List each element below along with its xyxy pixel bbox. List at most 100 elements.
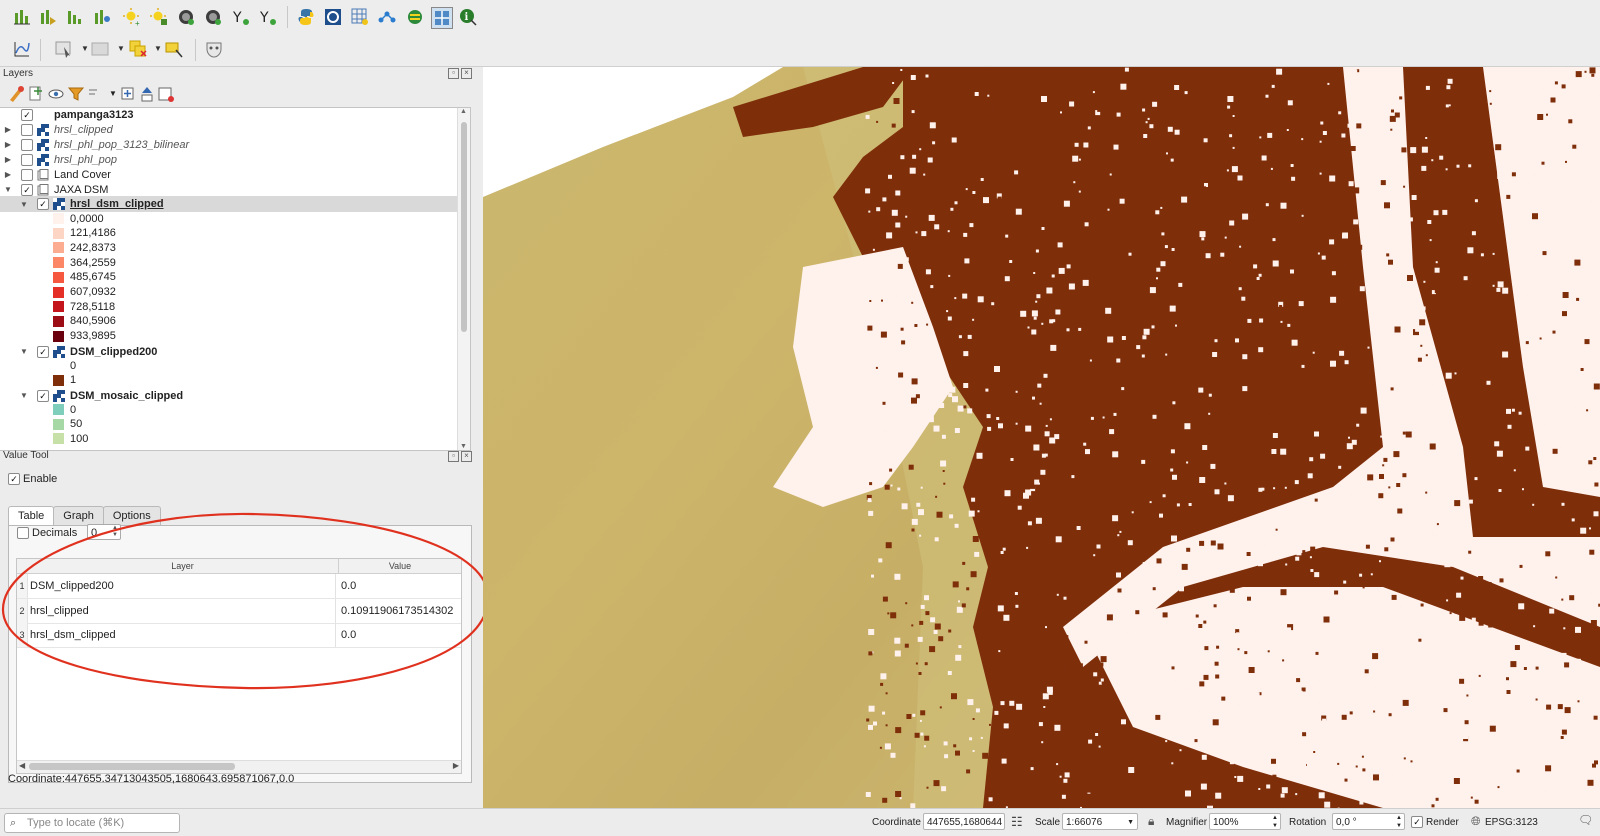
value-tool-dock-buttons[interactable]: ▫× — [446, 450, 472, 462]
collapse-all-icon[interactable] — [137, 84, 157, 104]
layer-item-hrsl-clipped[interactable]: ▶ hrsl_clipped — [0, 122, 458, 137]
sun-2-icon[interactable] — [149, 7, 169, 27]
spin-arrows-icon[interactable]: ▲▼ — [1272, 814, 1278, 830]
rotation-field[interactable]: 0,0 ° ▲▼ — [1332, 813, 1405, 830]
scroll-right-icon[interactable]: ▶ — [453, 761, 459, 770]
filter-icon[interactable] — [66, 84, 86, 104]
lock-icon[interactable]: 🔒︎ — [1148, 814, 1154, 829]
enable-checkbox[interactable]: ✓ — [8, 473, 20, 485]
layer-checkbox[interactable]: ✓ — [37, 390, 49, 402]
messages-icon[interactable]: 🗨︎ — [1578, 813, 1593, 827]
layer-item-dsm-clipped200[interactable]: ▼ ✓ DSM_clipped200 — [0, 344, 458, 359]
legend-label: 840,5906 — [70, 315, 116, 327]
layer-group-jaxa-dsm[interactable]: ▼ ✓ JAXA DSM — [0, 182, 458, 197]
remove-layer-icon[interactable] — [156, 84, 176, 104]
info-icon[interactable]: i — [458, 7, 478, 27]
decimals-checkbox[interactable] — [17, 527, 29, 539]
layer-tree-scrollbar[interactable]: ▲ ▼ — [457, 108, 470, 450]
table-row[interactable]: 3hrsl_dsm_clipped0.0 — [17, 623, 461, 648]
crs-globe-icon[interactable]: 🌐︎ — [1471, 814, 1481, 829]
expand-arrow-icon[interactable]: ▶ — [3, 140, 13, 149]
tab-graph[interactable]: Graph — [53, 506, 104, 525]
magnifier-field[interactable]: 100% ▲▼ — [1209, 813, 1281, 830]
render-checkbox[interactable]: ✓ — [1411, 816, 1423, 828]
select-icon[interactable] — [54, 39, 74, 59]
column-header-value[interactable]: Value — [339, 559, 461, 573]
toggle-extents-icon[interactable]: ☷ — [1011, 814, 1023, 830]
search-icon: ⌕ — [10, 814, 16, 832]
scrollbar-thumb[interactable] — [29, 763, 235, 770]
table-icon[interactable] — [90, 39, 110, 59]
column-header-layer[interactable]: Layer — [27, 559, 339, 573]
layer-checkbox[interactable] — [21, 139, 33, 151]
histogram-3-icon[interactable] — [65, 7, 85, 27]
scale-field[interactable]: 1:66076 ▼ — [1062, 813, 1138, 830]
expand-arrow-icon[interactable]: ▶ — [3, 170, 13, 179]
close-icon[interactable]: × — [461, 451, 472, 462]
close-icon[interactable]: × — [461, 68, 472, 79]
filter-y-2-icon[interactable]: Y — [258, 7, 278, 27]
expand-arrow-icon[interactable]: ▶ — [3, 155, 13, 164]
scrollbar-thumb[interactable] — [461, 122, 467, 332]
spin-arrows-icon[interactable]: ▲▼ — [1396, 814, 1402, 830]
globe-2-icon[interactable] — [203, 7, 223, 27]
eye-icon[interactable] — [46, 84, 66, 104]
layer-group-land-cover[interactable]: ▶ Land Cover — [0, 167, 458, 182]
dropdown-arrow-icon[interactable]: ▼ — [1127, 814, 1134, 831]
layer-item-pampanga3123[interactable]: ✓ pampanga3123 — [0, 107, 458, 122]
layer-checkbox[interactable] — [21, 154, 33, 166]
python-icon[interactable] — [296, 7, 316, 27]
float-icon[interactable]: ▫ — [448, 68, 459, 79]
sun-icon[interactable]: + — [122, 7, 142, 27]
decimals-spinbox[interactable]: 0 ▲▼ — [87, 524, 121, 540]
map-canvas[interactable] — [483, 67, 1600, 808]
coordinate-field[interactable]: 447655,1680644 — [923, 813, 1005, 830]
layer-checkbox[interactable]: ✓ — [21, 109, 33, 121]
refresh-icon[interactable] — [323, 7, 343, 27]
float-icon[interactable]: ▫ — [448, 451, 459, 462]
layer-item-hrsl-phl-pop[interactable]: ▶ hrsl_phl_pop — [0, 152, 458, 167]
layer-checkbox[interactable]: ✓ — [21, 184, 33, 196]
chart-icon[interactable] — [12, 39, 32, 59]
tab-options[interactable]: Options — [103, 506, 161, 525]
histogram-icon[interactable] — [12, 7, 32, 27]
layer-item-hrsl-phl-pop-bilinear[interactable]: ▶ hrsl_phl_pop_3123_bilinear — [0, 137, 458, 152]
expand-arrow-icon[interactable]: ▶ — [3, 125, 13, 134]
legend-label: 1 — [70, 374, 76, 386]
tab-table[interactable]: Table — [8, 506, 54, 527]
scroll-down-icon[interactable]: ▼ — [460, 443, 467, 450]
collapse-arrow-icon[interactable]: ▼ — [3, 185, 13, 194]
spin-arrows-icon[interactable]: ▲▼ — [112, 525, 118, 539]
layer-checkbox[interactable]: ✓ — [37, 198, 49, 210]
expand-all-icon[interactable] — [118, 84, 138, 104]
sync-icon[interactable] — [405, 7, 425, 27]
layer-item-hrsl-dsm-clipped[interactable]: ▼ ✓ hrsl_dsm_clipped — [0, 196, 458, 212]
add-group-icon[interactable] — [26, 84, 46, 104]
layers-dock-buttons[interactable]: ▫× — [446, 67, 472, 79]
layer-item-dsm-mosaic-clipped[interactable]: ▼ ✓ DSM_mosaic_clipped — [0, 388, 458, 403]
deselect-icon[interactable] — [128, 39, 148, 59]
identify-value-icon[interactable] — [431, 7, 453, 29]
grid-icon[interactable] — [350, 7, 370, 27]
layer-checkbox[interactable] — [21, 124, 33, 136]
network-icon[interactable] — [377, 7, 397, 27]
filter-y-icon[interactable]: Y — [231, 7, 251, 27]
layer-checkbox[interactable]: ✓ — [37, 346, 49, 358]
label-icon[interactable] — [164, 39, 184, 59]
histogram-4-icon[interactable] — [92, 7, 112, 27]
crs-button[interactable]: EPSG:3123 — [1485, 817, 1538, 828]
collapse-arrow-icon[interactable]: ▼ — [19, 200, 29, 209]
scroll-up-icon[interactable]: ▲ — [460, 108, 467, 115]
mask-icon[interactable] — [204, 39, 224, 59]
table-row[interactable]: 1DSM_clipped2000.0 — [17, 574, 461, 599]
style-icon[interactable] — [6, 84, 26, 104]
layer-checkbox[interactable] — [21, 169, 33, 181]
collapse-arrow-icon[interactable]: ▼ — [19, 347, 29, 356]
collapse-arrow-icon[interactable]: ▼ — [19, 391, 29, 400]
histogram-2-icon[interactable] — [38, 7, 58, 27]
table-row[interactable]: 2hrsl_clipped0.10911906173514302 — [17, 599, 461, 624]
table-horizontal-scrollbar[interactable]: ◀ ▶ — [17, 760, 461, 773]
globe-icon[interactable] — [176, 7, 196, 27]
scroll-left-icon[interactable]: ◀ — [19, 761, 25, 770]
locator-input[interactable]: ⌕ Type to locate (⌘K) — [4, 813, 180, 833]
